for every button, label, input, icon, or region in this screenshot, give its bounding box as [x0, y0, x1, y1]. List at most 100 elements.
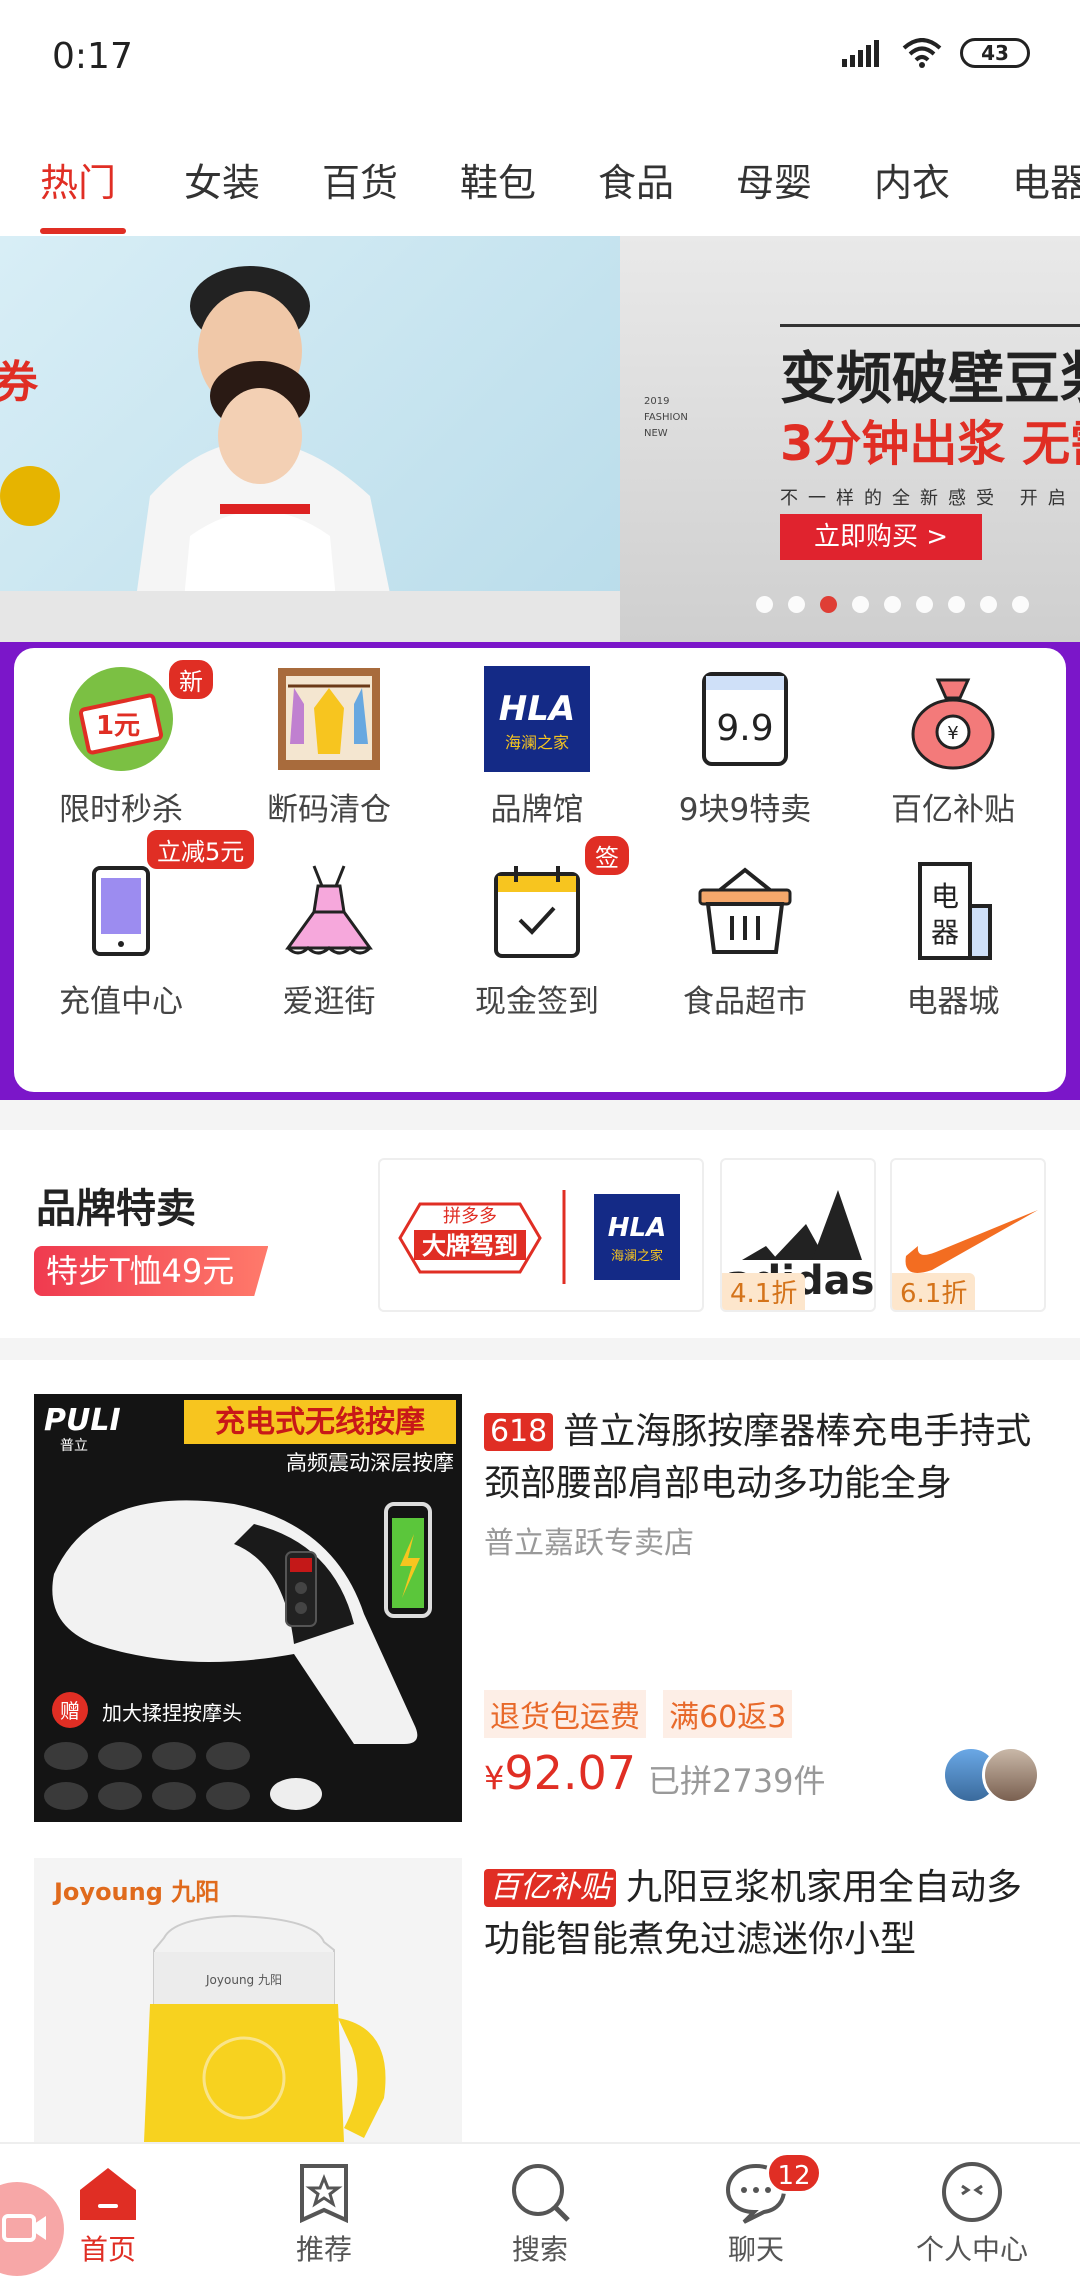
category-label: 爱逛街 [282, 984, 376, 1020]
brand-card-adidas[interactable]: adidas 4.1折 [720, 1158, 876, 1312]
flash-sale-icon: 1元 [66, 664, 176, 774]
product-image: Joyoung 九阳 Joyoung 九阳 [34, 1858, 462, 2142]
svg-text:1元: 1元 [96, 711, 140, 741]
brand-sale-section[interactable]: 品牌特卖 特步T恤49元 拼多多 大牌驾到 HLA 海澜之家 adidas 4.… [0, 1130, 1080, 1338]
svg-text:Joyoung 九阳: Joyoung 九阳 [52, 1878, 219, 1906]
nav-search[interactable]: 搜索 [460, 2160, 620, 2268]
banner-buy-button[interactable]: 立即购买 > [780, 514, 982, 560]
tab-appliances[interactable]: 电器 [1012, 152, 1080, 207]
live-video-floating-button[interactable] [0, 2182, 64, 2276]
product-image: PULI 普立 充电式无线按摩 高频震动深层按摩 赠 加大揉捏按摩头 [34, 1394, 462, 1822]
category-label: 百亿补贴 [891, 792, 1015, 828]
category-label: 断码清仓 [267, 792, 391, 828]
svg-text:电: 电 [931, 880, 959, 913]
category-clearance[interactable]: 断码清仓 [229, 664, 429, 829]
new-badge: 新 [167, 658, 215, 701]
banner-fashion-tag: 2019 FASHION NEW [644, 396, 688, 439]
profile-icon [940, 2160, 1004, 2224]
nav-profile[interactable]: 个人中心 [892, 2160, 1052, 2268]
svg-text:HLA: HLA [608, 1213, 666, 1243]
basket-icon [690, 856, 800, 966]
svg-text:赠: 赠 [60, 1699, 80, 1723]
tab-baby[interactable]: 母婴 [736, 152, 812, 207]
nav-label: 个人中心 [915, 2233, 1028, 2266]
banner-dot [916, 596, 933, 613]
banner-pagination [756, 596, 1029, 613]
product-price: ¥92.07 [484, 1746, 637, 1800]
family-photo-image [0, 266, 620, 642]
nav-label: 聊天 [727, 2233, 784, 2266]
banner-dot [948, 596, 965, 613]
banner-dot [884, 596, 901, 613]
promo-banner[interactable]: 券 2019FASHIONNEW 变频破壁豆浆 3分钟出浆 无需 不一样的全新感… [0, 236, 1080, 642]
section-divider [0, 1338, 1080, 1360]
tab-underwear[interactable]: 内衣 [874, 152, 950, 207]
category-check-in[interactable]: 现金签到 签 [437, 834, 637, 1021]
hla-logo-icon: HLA 海澜之家 [482, 664, 592, 774]
category-nine-nine[interactable]: 9.9 9块9特卖 [645, 664, 845, 829]
banner-dot [756, 596, 773, 613]
banner-tagline: 不一样的全新感受 开启 [780, 488, 1076, 509]
product-sold-count: 已拼2739件 [648, 1762, 826, 1800]
category-flash-sale[interactable]: 1元 限时秒杀 新 [21, 658, 221, 829]
signal-icon [842, 40, 879, 67]
category-subsidy[interactable]: ¥ 百亿补贴 [853, 664, 1053, 829]
section-divider [0, 1100, 1080, 1130]
category-label: 9块9特卖 [678, 792, 812, 828]
nav-recommend[interactable]: 推荐 [244, 2160, 404, 2268]
svg-text:海澜之家: 海澜之家 [611, 1248, 663, 1264]
banner-dot [852, 596, 869, 613]
banner-dot-active [820, 596, 837, 613]
avatar [982, 1746, 1040, 1804]
tab-shoes-bags[interactable]: 鞋包 [460, 152, 536, 207]
svg-text:HLA: HLA [499, 689, 575, 729]
svg-text:拼多多: 拼多多 [443, 1206, 497, 1227]
banner-rule [780, 324, 1080, 327]
bottom-navigation: 首页 推荐 搜索 12 聊天 个人中心 [0, 2142, 1080, 2280]
search-icon [508, 2160, 572, 2224]
svg-text:9.9: 9.9 [716, 708, 773, 749]
banner-dot [980, 596, 997, 613]
product-card[interactable]: PULI 普立 充电式无线按摩 高频震动深层按摩 赠 加大揉捏按摩头 618 普… [0, 1360, 1080, 1838]
nav-chat[interactable]: 12 聊天 [676, 2152, 836, 2268]
banner-subtitle: 3分钟出浆 无需 [780, 416, 1080, 472]
active-tab-indicator [40, 228, 126, 234]
category-label: 充值中心 [59, 984, 183, 1020]
brand-card-nike[interactable]: 6.1折 [890, 1158, 1046, 1312]
nine-nine-icon: 9.9 [690, 664, 800, 774]
nike-discount-badge: 6.1折 [892, 1273, 976, 1310]
tab-general[interactable]: 百货 [322, 152, 398, 207]
category-brand-hall[interactable]: HLA 海澜之家 品牌馆 [437, 664, 637, 829]
status-time: 0:17 [52, 36, 133, 77]
category-grid: 1元 限时秒杀 新 断码清仓 HLA 海澜之家 品牌馆 9.9 9块9特卖 ¥ … [14, 648, 1066, 1092]
wardrobe-icon [274, 664, 384, 774]
svg-text:充电式无线按摩: 充电式无线按摩 [215, 1405, 425, 1440]
brand-card-pdd-hla[interactable]: 拼多多 大牌驾到 HLA 海澜之家 [378, 1158, 704, 1312]
banner-photo-left: 券 [0, 236, 620, 642]
svg-text:加大揉捏按摩头: 加大揉捏按摩头 [102, 1701, 242, 1725]
product-promo-pills: 退货包运费 满60返3 [484, 1690, 804, 1738]
chat-unread-badge: 12 [766, 2152, 822, 2194]
rebate-pill: 满60返3 [663, 1690, 793, 1738]
category-appliances[interactable]: 电 器 电器城 [853, 856, 1053, 1021]
product-card[interactable]: Joyoung 九阳 Joyoung 九阳 百亿补贴 九阳豆浆机家用全自动多功能智… [0, 1838, 1080, 2142]
nav-label: 搜索 [511, 2233, 568, 2266]
category-label: 现金签到 [475, 984, 599, 1020]
sign-badge: 签 [583, 834, 631, 877]
tab-women[interactable]: 女装 [184, 152, 260, 207]
battery-icon: 43 [960, 38, 1030, 68]
nav-label: 推荐 [295, 2233, 352, 2266]
appliance-icon: 电 器 [898, 856, 1008, 966]
brand-sale-tag: 特步T恤49元 [34, 1246, 269, 1296]
category-food-market[interactable]: 食品超市 [645, 856, 845, 1021]
category-label: 电器城 [906, 984, 1000, 1020]
svg-text:普立: 普立 [60, 1438, 88, 1454]
tab-hot[interactable]: 热门 [40, 152, 116, 207]
wifi-icon [902, 38, 942, 68]
svg-text:大牌驾到: 大牌驾到 [422, 1232, 518, 1260]
banner-dot [788, 596, 805, 613]
category-recharge[interactable]: 充值中心 立减5元 [21, 828, 257, 1021]
calendar-check-icon [482, 856, 592, 966]
tab-food[interactable]: 食品 [598, 152, 674, 207]
category-shopping[interactable]: 爱逛街 [229, 856, 429, 1021]
